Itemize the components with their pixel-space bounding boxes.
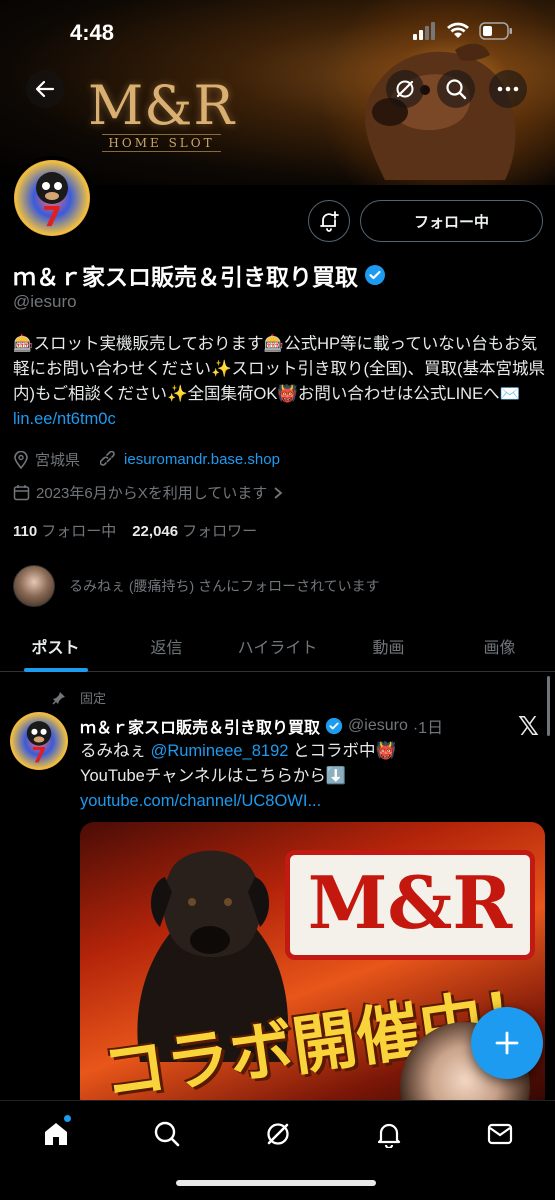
search-button[interactable] [437, 70, 475, 108]
followed-by-text: るみねぇ (腰痛持ち) さんにフォローされています [69, 578, 380, 594]
joined-row: 2023年6月からXを利用しています [13, 482, 283, 503]
mention-link[interactable]: @Rumineee_8192 [151, 742, 289, 760]
calendar-icon [13, 485, 30, 501]
followed-by-row[interactable]: るみねぇ (腰痛持ち) さんにフォローされています [13, 565, 380, 607]
youtube-link[interactable]: youtube.com/channel/UC8OWI... [80, 792, 321, 810]
grok-icon [396, 80, 414, 98]
battery-icon [479, 22, 512, 40]
location-icon [14, 450, 28, 469]
notifications-toggle-button[interactable] [308, 200, 350, 242]
more-button[interactable] [489, 70, 527, 108]
grok-button[interactable] [386, 70, 424, 108]
pinned-label: 固定 [80, 691, 107, 706]
post-image[interactable]: M&R コラボ開催中！ [80, 822, 545, 1112]
back-arrow-icon [35, 80, 55, 98]
followers-label: フォロワー [182, 523, 258, 540]
profile-handle: @iesuro [13, 292, 77, 311]
banner-logo-main: M&R [88, 74, 236, 137]
scrollbar[interactable] [547, 676, 550, 736]
messages-icon [487, 1123, 513, 1145]
pin-icon [52, 691, 65, 705]
avatar-image: 7 [14, 160, 90, 236]
bell-plus-icon [320, 211, 339, 232]
post-author-avatar[interactable]: 7 [10, 712, 68, 770]
notifications-icon [377, 1123, 401, 1148]
bio-text: 🎰スロット実機販売しております🎰公式HP等に載っていない台もお気軽にお問い合わせ… [13, 335, 546, 403]
tab-posts[interactable]: ポスト [0, 620, 111, 672]
nav-messages[interactable] [472, 1109, 528, 1159]
follow-counts: 110 フォロー中 22,046 フォロワー [13, 520, 257, 541]
verified-badge-icon [365, 265, 385, 285]
tab-replies[interactable]: 返信 [111, 620, 222, 671]
tab-highlights[interactable]: ハイライト [222, 620, 333, 671]
post-text-pre: るみねぇ [80, 742, 151, 760]
compose-button[interactable] [471, 1007, 543, 1079]
x-logo-icon: 𝕏 [518, 712, 539, 742]
more-icon [497, 86, 519, 92]
post-image-logo: M&R [285, 850, 535, 960]
home-indicator [176, 1180, 376, 1186]
following-count: 110 [13, 523, 38, 540]
bio-link[interactable]: lin.ee/nt6tm0c [13, 410, 116, 428]
search-icon [446, 79, 467, 100]
grok-icon [267, 1123, 289, 1145]
post-author-handle[interactable]: @iesuro [348, 717, 408, 735]
status-bar: 4:48 [0, 0, 555, 66]
following-count-link[interactable]: 110 フォロー中 [13, 520, 116, 541]
banner-logo: M&R HOME SLOT [88, 74, 236, 152]
profile-meta-row: 宮城県 iesuromandr.base.shop [13, 449, 280, 470]
followers-count-link[interactable]: 22,046 フォロワー [132, 520, 257, 541]
post-text: るみねぇ @Rumineee_8192 とコラボ中👹 YouTubeチャンネルは… [80, 739, 540, 814]
post-line-1: るみねぇ @Rumineee_8192 とコラボ中👹 [80, 739, 540, 764]
banner-logo-sub: HOME SLOT [102, 134, 221, 152]
chevron-right-icon[interactable] [273, 486, 283, 500]
svg-text:7: 7 [32, 743, 47, 768]
verified-badge-icon [325, 717, 343, 735]
signal-icon [413, 22, 435, 40]
following-label: フォロー中 [41, 523, 117, 540]
post-author-name[interactable]: ｍ＆ｒ家スロ販売＆引き取り買取 [80, 714, 320, 738]
display-name: ｍ＆ｒ家スロ販売＆引き取り買取 [13, 258, 386, 292]
wifi-icon [447, 22, 469, 38]
tab-images[interactable]: 画像 [444, 620, 555, 671]
tab-videos[interactable]: 動画 [333, 620, 444, 671]
profile-avatar[interactable]: 7 [10, 156, 94, 240]
profile-bio: 🎰スロット実機販売しております🎰公式HP等に載っていない台もお気軽にお問い合わせ… [13, 332, 548, 432]
post-avatar-image: 7 [10, 712, 68, 770]
home-notification-dot [64, 1115, 71, 1122]
followers-count: 22,046 [132, 523, 179, 540]
post-line-2: YouTubeチャンネルはこちらから⬇️ [80, 767, 347, 785]
link-icon [100, 450, 115, 466]
website-link[interactable]: iesuromandr.base.shop [124, 451, 280, 468]
profile-tabs: ポスト 返信 ハイライト 動画 画像 [0, 620, 555, 672]
following-button[interactable]: フォロー中 [360, 200, 543, 242]
nav-home[interactable] [28, 1109, 84, 1159]
back-button[interactable] [26, 70, 64, 108]
pinned-indicator: 固定 [52, 688, 106, 707]
post-time: ·1日 [412, 720, 444, 737]
search-icon [154, 1121, 180, 1147]
post-text-post: とコラボ中👹 [288, 742, 397, 760]
status-time: 4:48 [70, 20, 115, 45]
home-icon [45, 1123, 67, 1145]
status-icons [413, 22, 513, 40]
display-name-text: ｍ＆ｒ家スロ販売＆引き取り買取 [13, 264, 358, 290]
post-header: ｍ＆ｒ家スロ販売＆引き取り買取 @iesuro ·1日 [80, 714, 443, 738]
nav-search[interactable] [139, 1109, 195, 1159]
svg-text:7: 7 [42, 200, 61, 233]
location-text: 宮城県 [35, 452, 81, 469]
joined-text: 2023年6月からXを利用しています [36, 485, 268, 502]
follower-avatar [13, 565, 55, 607]
plus-icon [495, 1031, 519, 1055]
nav-notifications[interactable] [361, 1109, 417, 1159]
nav-grok[interactable] [250, 1109, 306, 1159]
